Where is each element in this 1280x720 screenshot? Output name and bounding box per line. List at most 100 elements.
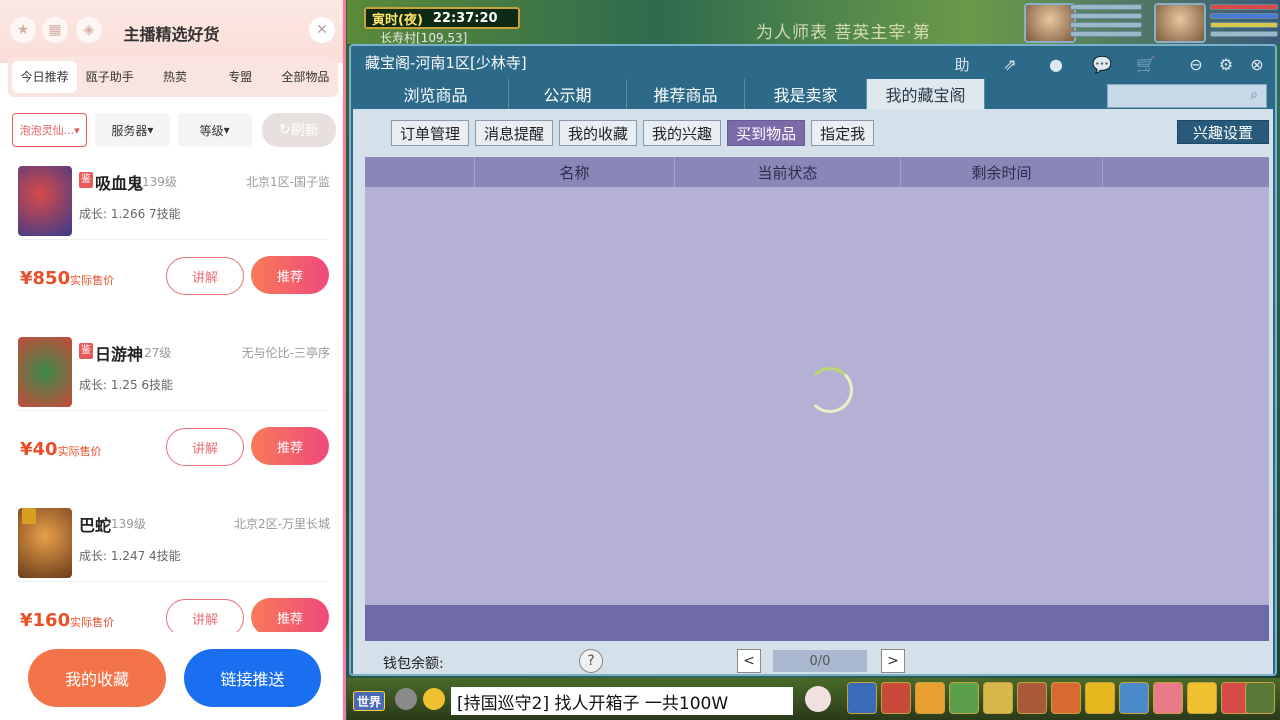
- list-item[interactable]: 鉴 日游神 27级 无与伦比-三亭序 成长: 1.25 6技能 ¥40实际售价 …: [8, 331, 338, 479]
- item-icon[interactable]: [1187, 682, 1217, 714]
- game-screen: 寅时(夜) 22:37:20 长寿村[109,53] 为人师表 菩英主宰·第 ★…: [0, 0, 1280, 720]
- world-channel-button[interactable]: 世界: [353, 691, 385, 711]
- column-name: 名称: [475, 157, 675, 187]
- price-value: ¥40: [20, 439, 58, 460]
- subtab-interests[interactable]: 我的兴趣: [643, 120, 722, 146]
- interest-settings-button[interactable]: 兴趣设置: [1177, 120, 1269, 144]
- close-icon[interactable]: ✕: [309, 17, 335, 43]
- item-icon[interactable]: [949, 682, 979, 714]
- subtab-orders[interactable]: 订单管理: [391, 120, 470, 146]
- tab-browse[interactable]: 浏览商品: [363, 79, 509, 109]
- search-input[interactable]: ⌕: [1107, 84, 1267, 108]
- pet-growth: 成长: 1.247 4技能: [79, 549, 181, 563]
- server-filter-dropdown[interactable]: 服务器 ▾: [95, 113, 170, 147]
- tab-recommend[interactable]: 推荐商品: [627, 79, 745, 109]
- subtab-messages[interactable]: 消息提醒: [475, 120, 554, 146]
- pet-server: 北京1区-国子监: [246, 175, 330, 189]
- purchased-table: 名称 当前状态 剩余时间: [365, 157, 1269, 641]
- tab-today[interactable]: 今日推荐: [12, 61, 78, 93]
- tab-helper[interactable]: 瓯子助手: [77, 61, 142, 93]
- price-value: ¥160: [20, 610, 71, 631]
- item-icon[interactable]: [983, 682, 1013, 714]
- chat-bar: 世界 [持国巡守2] 找人开箱子 一共100W: [347, 678, 1280, 720]
- chevron-down-icon: ▾: [147, 123, 154, 137]
- pet-portrait[interactable]: [1024, 3, 1076, 43]
- search-icon[interactable]: ⌕: [1244, 87, 1264, 107]
- price: ¥40实际售价: [20, 439, 102, 460]
- panel-footer: 我的收藏 链接推送: [0, 632, 343, 720]
- tab-seller[interactable]: 我是卖家: [745, 79, 867, 109]
- chevron-down-icon: ▾: [74, 123, 80, 137]
- my-favorites-button[interactable]: 我的收藏: [28, 649, 166, 707]
- next-page-button[interactable]: >: [881, 649, 905, 673]
- subtab-assigned[interactable]: 指定我: [811, 120, 875, 146]
- pet-filter-value: 泡泡灵仙...: [19, 124, 75, 137]
- player-status-bars: [1210, 4, 1278, 40]
- pet-icon[interactable]: [805, 686, 831, 712]
- level-filter-dropdown[interactable]: 等级 ▾: [177, 113, 252, 147]
- link-push-button[interactable]: 链接推送: [184, 649, 321, 707]
- record-icon[interactable]: ●: [1043, 52, 1069, 76]
- prev-page-button[interactable]: <: [737, 649, 761, 673]
- item-icon[interactable]: [847, 682, 877, 714]
- column-icon: [365, 157, 475, 187]
- pet-growth: 成长: 1.266 7技能: [79, 207, 181, 221]
- refresh-button[interactable]: ↻ 刷新: [261, 113, 337, 147]
- tab-special[interactable]: 专盟: [208, 61, 273, 93]
- treasure-pavilion-window: 藏宝阁-河南1区[少林寺] 助 ⇗ ● 💬 🛒 ⊖ ⚙ ⊗ 浏览商品 公示期 推…: [349, 44, 1277, 676]
- recommend-button[interactable]: 推荐: [251, 427, 329, 465]
- table-header: 名称 当前状态 剩余时间: [365, 157, 1269, 187]
- time-period: 寅时(夜): [372, 12, 423, 28]
- item-icon[interactable]: [915, 682, 945, 714]
- minimize-icon[interactable]: ⊖: [1183, 52, 1209, 76]
- price-label: 实际售价: [70, 616, 115, 629]
- page-indicator: 0/0: [773, 650, 867, 672]
- item-icon[interactable]: [881, 682, 911, 714]
- emoji-icon[interactable]: [423, 688, 445, 710]
- subtab-favorites[interactable]: 我的收藏: [559, 120, 638, 146]
- help-button[interactable]: ?: [579, 649, 603, 673]
- tab-public[interactable]: 公示期: [509, 79, 627, 109]
- item-icon[interactable]: [1051, 682, 1081, 714]
- player-portrait[interactable]: [1154, 3, 1206, 43]
- verified-badge: 鉴: [79, 172, 93, 188]
- cart-icon[interactable]: 🛒: [1133, 52, 1159, 76]
- item-icon[interactable]: [1119, 682, 1149, 714]
- tab-my-pavilion[interactable]: 我的藏宝阁: [867, 79, 985, 109]
- settings-icon[interactable]: ⚙: [1213, 52, 1239, 76]
- item-icon[interactable]: [1017, 682, 1047, 714]
- game-clock: 寅时(夜) 22:37:20: [364, 7, 520, 29]
- list-item[interactable]: 鉴 吸血鬼 139级 北京1区-国子监 成长: 1.266 7技能 ¥850实际…: [8, 160, 338, 308]
- pet-filter-dropdown[interactable]: 泡泡灵仙... ▾: [12, 113, 88, 147]
- chat-icon[interactable]: 💬: [1089, 52, 1115, 76]
- item-icon[interactable]: [1245, 682, 1275, 714]
- close-icon[interactable]: ⊗: [1244, 52, 1270, 76]
- help-icon[interactable]: 助: [949, 52, 975, 76]
- list-item[interactable]: 巴蛇 139级 北京2区-万里长城 成长: 1.247 4技能 ¥160实际售价…: [8, 502, 338, 632]
- pet-thumbnail: [18, 166, 72, 236]
- column-remaining: 剩余时间: [901, 157, 1103, 187]
- pet-status-bars: [1070, 4, 1142, 40]
- verified-badge: 鉴: [79, 343, 93, 359]
- price-value: ¥850: [20, 268, 71, 289]
- subtab-purchased[interactable]: 买到物品: [727, 120, 806, 146]
- tab-all[interactable]: 全部物品: [273, 61, 338, 93]
- pet-server: 无与伦比-三亭序: [241, 346, 330, 360]
- share-icon[interactable]: ⇗: [997, 52, 1023, 76]
- recommend-button[interactable]: 推荐: [251, 598, 329, 632]
- explain-button[interactable]: 讲解: [166, 428, 244, 466]
- divider: [18, 581, 328, 582]
- explain-button[interactable]: 讲解: [166, 257, 244, 295]
- microphone-icon[interactable]: [395, 688, 417, 710]
- item-icon[interactable]: [1085, 682, 1115, 714]
- tab-hot[interactable]: 热荬: [142, 61, 207, 93]
- clock-value: 22:37:20: [432, 10, 498, 26]
- wallet-label: 钱包余额:: [383, 656, 444, 672]
- column-status: 当前状态: [675, 157, 901, 187]
- price: ¥160实际售价: [20, 610, 114, 631]
- item-icon[interactable]: [1153, 682, 1183, 714]
- chat-message: [持国巡守2] 找人开箱子 一共100W: [451, 687, 793, 715]
- price: ¥850实际售价: [20, 268, 114, 289]
- explain-button[interactable]: 讲解: [166, 599, 244, 632]
- recommend-button[interactable]: 推荐: [251, 256, 329, 294]
